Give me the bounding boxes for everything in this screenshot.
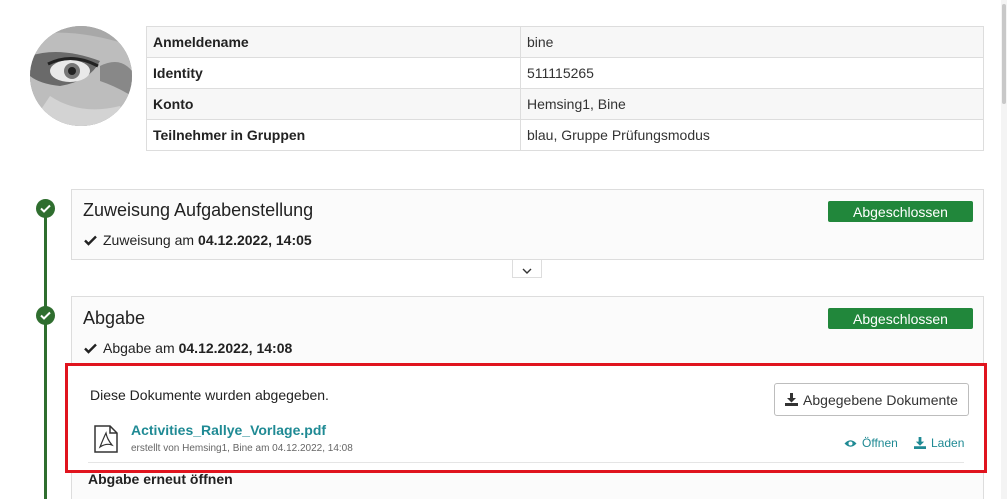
timeline-check-icon (36, 199, 55, 218)
row-value: bine (520, 26, 984, 58)
download-icon (914, 437, 926, 449)
scrollbar[interactable] (1001, 0, 1007, 499)
assignment-panel: Zuweisung Aufgabenstellung Abgeschlossen… (71, 189, 984, 260)
timeline-line (44, 208, 47, 499)
user-info-table: Anmeldename bine Identity 511115265 Konto H… (146, 26, 984, 151)
row-value: Hemsing1, Bine (520, 88, 984, 120)
submission-meta-prefix: Abgabe am (103, 340, 175, 356)
pdf-file-icon (94, 425, 118, 453)
row-value: 511115265 (520, 57, 984, 89)
download-link[interactable]: Laden (914, 436, 964, 450)
check-icon (84, 343, 97, 354)
download-label: Laden (931, 436, 965, 450)
file-link[interactable]: Activities_Rallye_Vorlage.pdf (131, 422, 326, 438)
assignment-title: Zuweisung Aufgabenstellung (83, 200, 314, 220)
status-badge: Abgeschlossen (828, 308, 973, 329)
open-label: Öffnen (862, 436, 898, 450)
submission-meta-date: 04.12.2022, 14:08 (178, 340, 293, 356)
row-value: blau, Gruppe Prüfungsmodus (520, 119, 984, 151)
chevron-down-icon (522, 261, 532, 277)
check-icon (84, 235, 97, 246)
table-row: Konto Hemsing1, Bine (146, 88, 984, 120)
divider (88, 462, 964, 463)
row-label: Anmeldename (146, 26, 521, 58)
submitted-documents-button[interactable]: Abgegebene Dokumente (774, 383, 969, 416)
expand-toggle-button[interactable] (512, 260, 542, 278)
row-label: Konto (146, 88, 521, 120)
submitted-documents-label: Abgegebene Dokumente (803, 391, 958, 408)
submission-title: Abgabe (83, 308, 146, 328)
avatar (30, 26, 132, 126)
assignment-meta-prefix: Zuweisung am (103, 232, 195, 248)
table-row: Identity 511115265 (146, 57, 984, 89)
table-row: Teilnehmer in Gruppen blau, Gruppe Prüfun… (146, 119, 984, 151)
file-meta: erstellt von Hemsing1, Bine am 04.12.202… (131, 443, 353, 454)
scrollbar-thumb[interactable] (1002, 4, 1006, 104)
table-row: Anmeldename bine (146, 26, 984, 58)
status-badge: Abgeschlossen (828, 201, 973, 222)
assignment-meta-date: 04.12.2022, 14:05 (198, 232, 312, 248)
eye-icon (844, 439, 857, 448)
reopen-submission-heading: Abgabe erneut öffnen (88, 471, 233, 487)
submission-meta: Abgabe am 04.12.2022, 14:08 (84, 340, 292, 356)
row-label: Teilnehmer in Gruppen (146, 119, 521, 151)
submitted-documents-box: Diese Dokumente wurden abgegeben. Abgege… (65, 363, 987, 473)
assignment-meta: Zuweisung am 04.12.2022, 14:05 (84, 232, 312, 248)
download-icon (785, 393, 799, 406)
row-label: Identity (146, 57, 521, 89)
docs-text: Diese Dokumente wurden abgegeben. (90, 387, 329, 403)
timeline-check-icon (36, 306, 55, 325)
open-link[interactable]: Öffnen (844, 436, 898, 450)
